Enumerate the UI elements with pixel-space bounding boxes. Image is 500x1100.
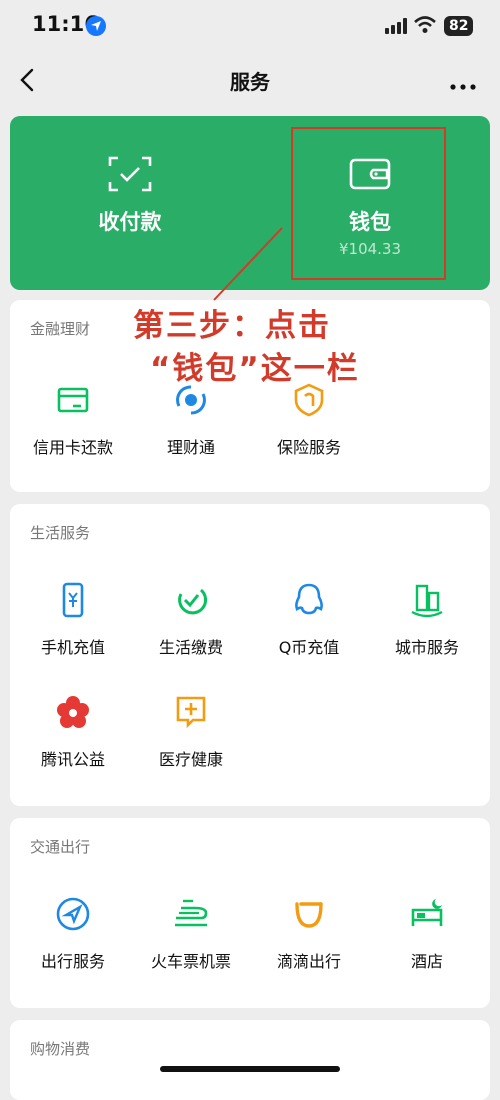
annotation-line-2: “钱包”这一栏	[150, 351, 360, 387]
service-item-train[interactable]: 火车票机票	[131, 896, 251, 996]
service-label: 理财通	[166, 438, 215, 457]
service-item-charity[interactable]: 腾讯公益	[13, 694, 133, 794]
home-indicator	[160, 1066, 340, 1072]
section-header: 购物消费	[30, 1040, 91, 1058]
service-item-hotel[interactable]: 酒店	[367, 896, 487, 996]
phone-recharge-icon	[55, 582, 91, 618]
compass-icon	[55, 896, 91, 932]
service-item-didi[interactable]: 滴滴出行	[249, 896, 369, 996]
annotation-line-1: 第三步：点击	[133, 308, 331, 344]
service-label: 手机充值	[40, 638, 105, 657]
shopping-section: 购物消费	[10, 1020, 490, 1100]
charity-flower-icon	[55, 694, 91, 730]
qq-coin-icon	[291, 582, 327, 618]
train-icon	[173, 896, 209, 932]
service-label: 信用卡还款	[32, 438, 113, 457]
service-item-phone-recharge[interactable]: 手机充值	[13, 582, 133, 682]
service-label: 滴滴出行	[276, 952, 341, 971]
medical-icon	[173, 694, 209, 730]
service-label: 火车票机票	[150, 952, 231, 971]
service-item-city[interactable]: 城市服务	[367, 582, 487, 682]
service-label: 出行服务	[40, 952, 105, 971]
service-item-qq-coin[interactable]: Q币充值	[249, 582, 369, 682]
service-label: 酒店	[410, 952, 443, 971]
life-services-section: 生活服务 手机充值 生活缴费 Q币充值 城市服务 腾讯公益 医疗健康	[10, 504, 490, 806]
service-label: 城市服务	[394, 638, 459, 657]
service-item-utilities[interactable]: 生活缴费	[131, 582, 251, 682]
service-label: 生活缴费	[158, 638, 223, 657]
service-label: 腾讯公益	[40, 750, 105, 769]
section-header: 生活服务	[30, 524, 91, 542]
hotel-icon	[409, 896, 445, 932]
city-icon	[409, 582, 445, 618]
didi-icon	[291, 896, 327, 932]
service-item-medical[interactable]: 医疗健康	[131, 694, 251, 794]
transport-section: 交通出行 出行服务 火车票机票 滴滴出行 酒店	[10, 818, 490, 1008]
service-label: 医疗健康	[158, 750, 223, 769]
utilities-icon	[173, 582, 209, 618]
section-header: 交通出行	[30, 838, 91, 856]
service-label: 保险服务	[276, 438, 341, 457]
service-item-travel[interactable]: 出行服务	[13, 896, 133, 996]
service-label: Q币充值	[278, 638, 340, 657]
